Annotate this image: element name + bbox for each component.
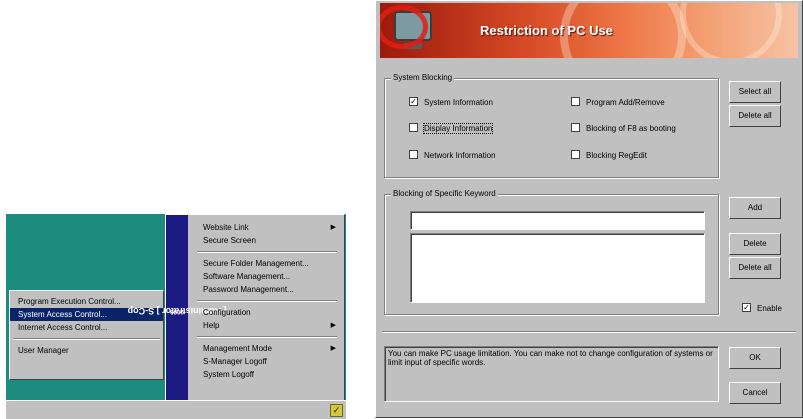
menu-separator (197, 336, 337, 338)
system-blocking-legend: System Blocking (391, 73, 455, 82)
menu-item-s-manager-logoff[interactable]: S-Manager Logoff (194, 355, 340, 368)
checkbox-icon (409, 123, 418, 133)
checkbox-icon (571, 123, 580, 133)
delete-all-keywords-button[interactable]: Delete all (729, 257, 781, 279)
dialog-banner: Restriction of PC Use (380, 3, 798, 58)
checkbox-icon (571, 97, 580, 107)
checkbox-program-add-remove[interactable]: Program Add/Remove (571, 97, 665, 109)
menu-item-user-manager[interactable]: User Manager (10, 344, 163, 357)
checkbox-blocking-regedit[interactable]: Blocking RegEdit (571, 150, 647, 162)
checkbox-blocking-f8[interactable]: Blocking of F8 as booting (571, 123, 676, 135)
menu-item-password-management[interactable]: Password Management... (194, 283, 340, 296)
checkbox-display-information[interactable]: Display Information (409, 123, 494, 135)
system-blocking-group: System Blocking ✓ System Information Disp… (384, 73, 719, 178)
dialog-title: Restriction of PC Use (480, 23, 613, 38)
menu-side-banner: [ Administrator ] S-Cop 2000 (128, 215, 226, 407)
menu-separator (197, 300, 337, 302)
keyword-blocking-legend: Blocking of Specific Keyword (391, 189, 498, 198)
menu-item-website-link[interactable]: Website Link ▶ (194, 221, 340, 234)
checkbox-checked-icon: ✓ (742, 303, 751, 313)
menu-separator (197, 251, 337, 253)
checkbox-icon (571, 150, 580, 160)
menu-item-internet-access-control[interactable]: Internet Access Control... (10, 321, 163, 334)
ok-button[interactable]: OK (729, 347, 781, 369)
menu-item-help[interactable]: Help ▶ (194, 319, 340, 332)
delete-all-blocking-button[interactable]: Delete all (729, 105, 781, 127)
submenu-arrow-icon: ▶ (330, 322, 336, 329)
keyword-blocking-group: Blocking of Specific Keyword (384, 189, 719, 315)
checkbox-icon (409, 150, 418, 160)
checkbox-network-information[interactable]: Network Information (409, 150, 496, 162)
checkbox-checked-icon: ✓ (409, 97, 418, 107)
tray-context-menu: [ Administrator ] S-Cop 2000 Website Lin… (128, 214, 345, 408)
submenu-arrow-icon: ▶ (330, 345, 336, 352)
select-all-button[interactable]: Select all (729, 81, 781, 103)
restriction-dialog: Restriction of PC Use System Blocking ✓ S… (375, 0, 803, 418)
menu-item-secure-screen[interactable]: Secure Screen (194, 234, 340, 247)
dialog-divider (382, 331, 796, 333)
add-keyword-button[interactable]: Add (729, 197, 781, 219)
menu-separator (13, 338, 160, 340)
cancel-button[interactable]: Cancel (729, 382, 781, 404)
taskbar: ✓ (6, 400, 346, 419)
s-cop-tray-icon[interactable]: ✓ (330, 404, 343, 417)
menu-item-secure-folder-management[interactable]: Secure Folder Management... (194, 257, 340, 270)
menu-item-management-mode[interactable]: Management Mode ▶ (194, 342, 340, 355)
menu-item-system-logoff[interactable]: System Logoff (194, 368, 340, 381)
menu-item-configuration[interactable]: Configuration (194, 306, 340, 319)
delete-keyword-button[interactable]: Delete (729, 233, 781, 255)
submenu-arrow-icon: ▶ (330, 224, 336, 231)
keyword-list[interactable] (410, 233, 705, 303)
enable-checkbox[interactable]: ✓ Enable (742, 303, 782, 315)
info-text: You can make PC usage limitation. You ca… (384, 346, 719, 402)
access-control-submenu: Program Execution Control... System Acce… (9, 290, 164, 380)
menu-banner-suffix: 2000 (170, 308, 184, 314)
keyword-input[interactable] (410, 211, 705, 230)
menu-item-software-management[interactable]: Software Management... (194, 270, 340, 283)
checkbox-system-information[interactable]: ✓ System Information (409, 97, 493, 109)
